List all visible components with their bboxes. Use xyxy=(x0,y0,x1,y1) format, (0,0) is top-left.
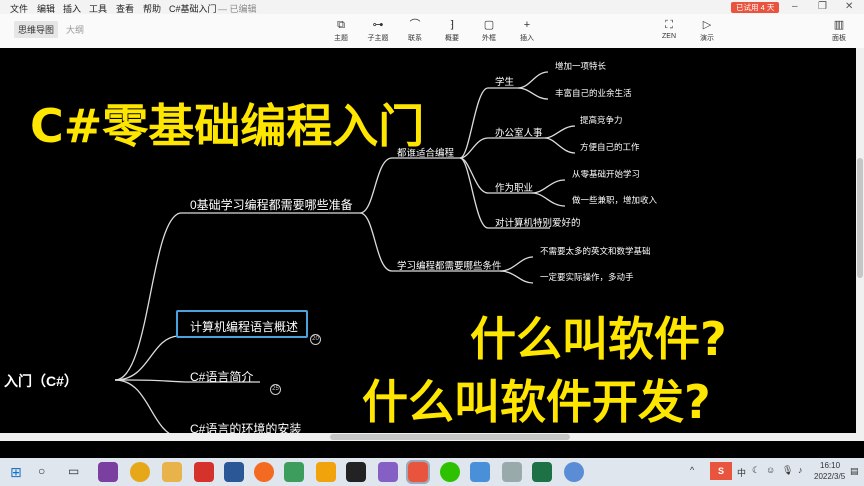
presentation-label: 演示 xyxy=(700,35,714,42)
panel-label: 面板 xyxy=(832,35,846,42)
insert-button[interactable]: + 插入 xyxy=(510,18,544,43)
topic-computer-enthusiast[interactable]: 对计算机特别爱好的 xyxy=(495,215,581,229)
leaf-topic[interactable]: 增加一项特长 xyxy=(555,60,606,72)
topic-icon: ⧉ xyxy=(337,19,345,31)
zen-button[interactable]: ⛶ ZEN xyxy=(652,18,686,40)
microphone-icon[interactable]: 🎙 xyxy=(782,465,793,476)
excel-icon[interactable] xyxy=(532,462,552,482)
search-icon[interactable]: ○ xyxy=(38,464,45,478)
topic-career[interactable]: 作为职业 xyxy=(495,180,533,194)
subtopic-label: 子主题 xyxy=(367,35,389,42)
emoji-icon[interactable]: ☺ xyxy=(766,465,775,475)
presentation-button[interactable]: ▷ 演示 xyxy=(690,18,724,43)
app-icon[interactable] xyxy=(564,462,584,482)
sogou-ime-icon[interactable]: S xyxy=(710,462,732,480)
xmind-icon[interactable] xyxy=(406,460,430,484)
onenote-icon[interactable] xyxy=(98,462,118,482)
toolbar: 思维导图 大纲 ⧉ 主题 ⊶ 子主题 ⌒ 联系 ⁆ 概要 ▢ 外框 + 插入 ⛶ ZEN ▷ 演… xyxy=(0,14,864,49)
zen-label: ZEN xyxy=(662,33,676,40)
branch-environment-setup[interactable]: C#语言的环境的安装 xyxy=(190,420,301,433)
canvas-bottom-strip xyxy=(0,441,864,458)
menu-bar: 文件 编辑 插入 工具 查看 帮助 C#基础入门 — 已编辑 已试用 4 天 –… xyxy=(0,0,864,14)
visual-studio-icon[interactable] xyxy=(378,462,398,482)
leaf-topic[interactable]: 从零基础开始学习 xyxy=(572,168,640,180)
topic-label: 主题 xyxy=(334,35,348,42)
zen-icon: ⛶ xyxy=(665,19,673,31)
insert-label: 插入 xyxy=(520,35,534,42)
boundary-icon: ▢ xyxy=(483,19,495,31)
root-topic[interactable]: 入门（C#） xyxy=(4,371,78,391)
summary-icon: ⁆ xyxy=(449,19,455,31)
moon-icon[interactable]: ☾ xyxy=(752,465,760,476)
leaf-topic[interactable]: 做一些兼职，增加收入 xyxy=(572,194,657,206)
tab-mindmap[interactable]: 思维导图 xyxy=(14,21,59,38)
app-icon[interactable] xyxy=(502,462,522,482)
clock-time[interactable]: 16:10 xyxy=(820,461,840,470)
chevron-up-icon[interactable]: ^ xyxy=(690,465,694,475)
subtopic-icon: ⊶ xyxy=(372,19,384,31)
collapsed-count-badge[interactable]: 20 xyxy=(310,334,321,345)
clock-date[interactable]: 2022/3/5 xyxy=(814,472,845,481)
trial-badge[interactable]: 已试用 4 天 xyxy=(731,2,780,13)
relationship-button[interactable]: ⌒ 联系 xyxy=(398,18,432,43)
plus-icon: + xyxy=(523,19,531,31)
app-icon[interactable] xyxy=(224,462,244,482)
volume-icon[interactable]: ♪ xyxy=(798,465,803,475)
topic-button[interactable]: ⧉ 主题 xyxy=(324,18,358,43)
windows-start-icon[interactable]: ⊞ xyxy=(10,464,22,481)
boundary-label: 外框 xyxy=(482,35,496,42)
capcut-icon[interactable] xyxy=(346,462,366,482)
tab-outline[interactable]: 大纲 xyxy=(66,23,84,36)
summary-label: 概要 xyxy=(445,35,459,42)
taskbar: ⊞ ○ ▭ S 中 ☾ ☺ 🎙 ♪ ^ 16:10 2022/3/5 ▤ xyxy=(0,458,864,486)
notification-icon[interactable]: ▤ xyxy=(850,466,859,477)
panel-button[interactable]: ▥ 面板 xyxy=(822,18,856,43)
subtopic-button[interactable]: ⊶ 子主题 xyxy=(361,18,395,43)
restore-icon[interactable]: ❐ xyxy=(818,1,827,12)
leaf-topic[interactable]: 一定要实际操作，多动手 xyxy=(540,271,634,283)
play-icon: ▷ xyxy=(702,19,712,31)
overlay-title: C#零基础编程入门 xyxy=(30,99,425,153)
vertical-scroll-thumb[interactable] xyxy=(857,158,863,278)
close-icon[interactable]: ✕ xyxy=(845,1,853,12)
overlay-question-software: 什么叫软件? xyxy=(470,312,727,366)
topic-student[interactable]: 学生 xyxy=(495,74,514,88)
task-view-icon[interactable]: ▭ xyxy=(68,464,79,478)
mindmap-canvas[interactable]: 入门（C#） 0基础学习编程都需要哪些准备 计算机编程语言概述 20 C#语言简… xyxy=(0,48,856,433)
branch-language-overview[interactable]: 计算机编程语言概述 xyxy=(190,318,298,335)
app-icon[interactable] xyxy=(470,462,490,482)
wechat-icon[interactable] xyxy=(440,462,460,482)
leaf-topic[interactable]: 丰富自己的业余生活 xyxy=(555,87,632,99)
summary-button[interactable]: ⁆ 概要 xyxy=(435,18,469,43)
app-icon[interactable] xyxy=(254,462,274,482)
boundary-button[interactable]: ▢ 外框 xyxy=(472,18,506,43)
horizontal-scroll-thumb[interactable] xyxy=(330,434,570,440)
topic-conditions[interactable]: 学习编程都需要哪些条件 xyxy=(397,258,502,272)
minimize-icon[interactable]: – xyxy=(792,1,798,12)
leaf-topic[interactable]: 提高竞争力 xyxy=(580,114,623,126)
app-icon[interactable] xyxy=(284,462,304,482)
collapsed-count-badge[interactable]: 25 xyxy=(270,384,281,395)
panel-icon: ▥ xyxy=(833,19,845,31)
overlay-question-development: 什么叫软件开发? xyxy=(362,375,711,429)
leaf-topic[interactable]: 不需要太多的英文和数学基础 xyxy=(540,245,651,257)
app-icon[interactable] xyxy=(194,462,214,482)
file-explorer-icon[interactable] xyxy=(162,462,182,482)
ime-mode-label[interactable]: 中 xyxy=(737,466,746,479)
sublime-icon[interactable] xyxy=(316,462,336,482)
branch-preparation[interactable]: 0基础学习编程都需要哪些准备 xyxy=(190,196,353,213)
chrome-icon[interactable] xyxy=(130,462,150,482)
relationship-icon: ⌒ xyxy=(409,19,421,31)
leaf-topic[interactable]: 方便自己的工作 xyxy=(580,141,640,153)
branch-csharp-intro[interactable]: C#语言简介 xyxy=(190,368,253,385)
relationship-label: 联系 xyxy=(408,35,422,42)
topic-office-staff[interactable]: 办公室人事 xyxy=(495,125,543,139)
